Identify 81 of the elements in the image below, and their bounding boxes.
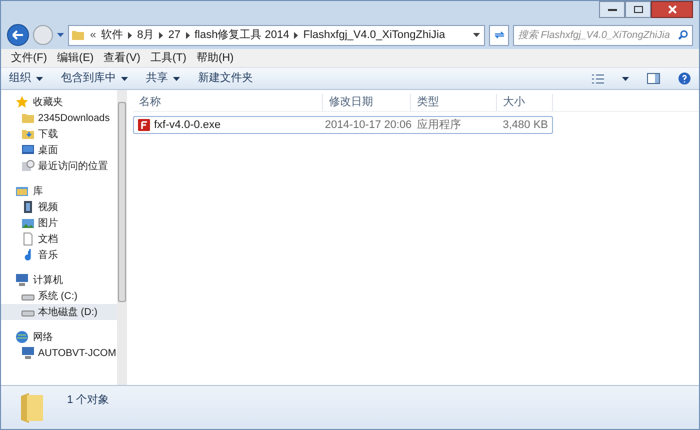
refresh-button[interactable] [489,24,509,46]
nav-item[interactable]: 下载 [1,126,117,142]
table-cell-text: 2014-10-17 20:06 [324,118,411,133]
dropdown-arrow-icon [57,33,64,37]
column-header[interactable]: 类型 [411,94,497,111]
star-icon [15,95,29,109]
folder-icon [19,392,45,424]
folder-icon [21,111,35,125]
nav-item[interactable]: 2345Downloads [1,110,117,126]
nav-group-header[interactable]: 网络 [1,329,117,345]
minimize-button[interactable] [599,1,625,18]
nav-item[interactable]: 音乐 [1,247,117,263]
refresh-arrows-icon [494,31,504,39]
toolbar-button[interactable]: 新建文件夹 [198,70,253,87]
film-icon [21,200,35,214]
menu-item[interactable]: 文件(F) [7,50,52,66]
column-header[interactable]: 大小 [497,94,553,111]
chevron-right-icon [186,32,190,38]
help-icon[interactable] [678,72,691,85]
nav-item[interactable]: AUTOBVT-JCOM [1,345,117,361]
folder-icon [71,28,85,42]
chevron-right-icon [294,32,298,38]
application-icon [138,119,150,131]
dropdown-arrow-icon [36,76,43,80]
desktop-icon [21,143,35,157]
nav-group-header[interactable]: 计算机 [1,272,117,288]
nav-group-header[interactable]: 库 [1,183,117,199]
search-field[interactable]: 搜索 Flashxfgj_V4.0_XiTongZhiJia [513,24,693,46]
close-icon [668,5,676,14]
recent-places-icon [21,159,35,173]
nav-item[interactable]: 图片 [1,215,117,231]
search-icon [678,30,688,40]
maximize-button[interactable] [625,1,651,18]
computer-icon [15,273,29,287]
breadcrumb-item[interactable]: flash修复工具 2014 [194,26,290,44]
computer-icon [21,346,35,360]
view-list-icon[interactable] [592,74,604,84]
toolbar-button[interactable]: 组织 [9,70,43,87]
breadcrumb-item[interactable]: 8月 [137,26,154,44]
dropdown-arrow-icon [173,76,180,80]
nav-item[interactable]: 文档 [1,231,117,247]
nav-group-header[interactable]: 收藏夹 [1,94,117,110]
nav-item[interactable]: 桌面 [1,142,117,158]
document-icon [21,232,35,246]
chevron-right-icon [128,32,132,38]
dropdown-arrow-icon [473,33,480,37]
menu-item[interactable]: 查看(V) [100,50,144,66]
menu-item[interactable]: 帮助(H) [192,50,238,66]
nav-item[interactable]: 系统 (C:) [1,288,117,304]
item-count: 1 个对象 [67,393,110,408]
table-cell-text: 应用程序 [416,118,462,133]
menu-item[interactable]: 工具(T) [146,50,190,66]
menu-item[interactable]: 编辑(E) [53,50,98,66]
toolbar-button[interactable]: 包含到库中 [61,70,128,87]
column-header[interactable]: 名称 [133,94,323,111]
scrollbar-thumb[interactable] [118,102,126,302]
picture-icon [21,216,35,230]
breadcrumb-item[interactable]: 软件 [101,26,124,44]
file-row[interactable]: fxf-v4.0-0.exe 2014-10-17 20:06 应用程序 3,480 KB [133,116,553,134]
scrollbar[interactable] [117,90,127,385]
overflow-chevron[interactable]: « [90,26,96,44]
dropdown-arrow-icon [622,76,629,80]
nav-item[interactable]: 视频 [1,199,117,215]
chevron-right-icon [159,32,164,38]
network-icon [15,330,29,344]
back-button[interactable] [7,24,29,46]
toolbar-button[interactable]: 共享 [146,70,180,87]
left-arrow-icon [12,30,24,40]
download-folder-icon [21,127,35,141]
nav-item[interactable]: 本地磁盘 (D:) [1,304,117,320]
table-cell-text: 3,480 KB [502,118,549,133]
breadcrumb-item[interactable]: Flashxfgj_V4.0_XiTongZhiJia [303,26,446,44]
close-button[interactable] [651,1,693,18]
preview-pane-icon[interactable] [647,73,660,84]
breadcrumb-item[interactable]: 27 [168,26,180,44]
column-header[interactable]: 修改日期 [323,94,411,111]
nav-item[interactable]: 最近访问的位置 [1,158,117,174]
library-icon [15,184,29,198]
file-name: fxf-v4.0-0.exe [154,118,221,133]
address-bar[interactable]: « 软件 8月 27 flash修复工具 2014 Flashxfgj_V4.0_XiTongZhiJia [68,24,485,46]
dropdown-arrow-icon [121,76,128,80]
